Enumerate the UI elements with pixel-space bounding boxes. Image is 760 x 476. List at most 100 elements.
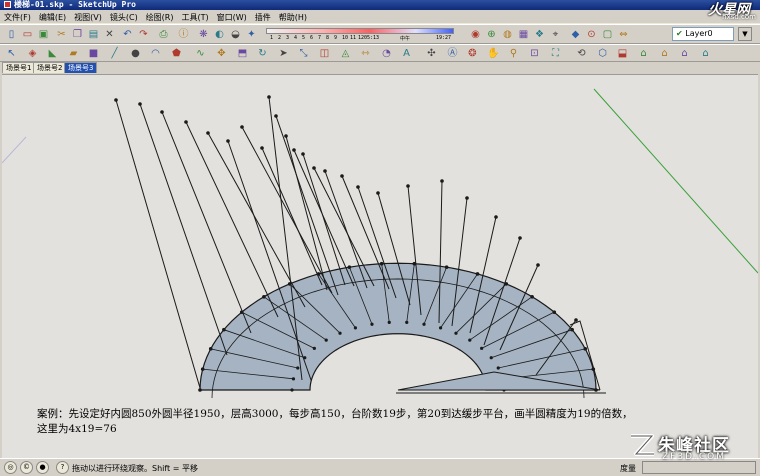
copy-icon[interactable]: ❐ bbox=[70, 27, 85, 42]
menu-file[interactable]: 文件(F) bbox=[0, 11, 35, 25]
print-icon[interactable]: ⎙ bbox=[156, 27, 171, 42]
stair-post-top bbox=[138, 102, 142, 106]
stair-post-top bbox=[292, 148, 296, 152]
stair-node bbox=[198, 388, 202, 392]
text-icon[interactable]: A bbox=[399, 46, 414, 61]
right-view-icon[interactable]: ⌂ bbox=[657, 46, 672, 61]
stair-node bbox=[262, 294, 266, 299]
menu-draw[interactable]: 绘图(R) bbox=[142, 11, 178, 25]
new-file-icon[interactable]: ▯ bbox=[4, 27, 19, 42]
zoom-extents-icon[interactable]: ⛶ bbox=[548, 46, 563, 61]
credits-icon[interactable]: © bbox=[20, 461, 33, 474]
undo-icon[interactable]: ↶ bbox=[120, 27, 135, 42]
walkthrough-icon[interactable]: ❋ bbox=[196, 27, 211, 42]
back-view-icon[interactable]: ⌂ bbox=[677, 46, 692, 61]
shadow-slider-tick: 5 bbox=[302, 35, 306, 41]
dimension-tool-icon[interactable]: ⇿ bbox=[358, 46, 373, 61]
gallery-icon[interactable]: ▦ bbox=[516, 27, 531, 42]
menu-view[interactable]: 视图(V) bbox=[70, 11, 106, 25]
make-component-icon[interactable]: ◈ bbox=[25, 46, 40, 61]
camera-icon[interactable]: ◉ bbox=[468, 27, 483, 42]
stair-post-top bbox=[536, 263, 540, 267]
stair-node bbox=[454, 331, 458, 335]
rotate-icon[interactable]: ↻ bbox=[255, 46, 270, 61]
cut-icon[interactable]: ✂ bbox=[54, 27, 69, 42]
polygon-icon[interactable]: ⬟ bbox=[169, 46, 184, 61]
shadow-slider-label: 19:27 bbox=[436, 35, 452, 41]
open-file-icon[interactable]: ▭ bbox=[20, 27, 35, 42]
select-icon[interactable]: ↖ bbox=[4, 46, 19, 61]
shadow-time-slider[interactable]: 1 2 3 4 5 6 7 8 9 10 11 12 05:13 中午 19:27 bbox=[266, 27, 454, 43]
save-icon[interactable]: ▣ bbox=[36, 27, 51, 42]
menu-help[interactable]: 帮助(H) bbox=[275, 11, 311, 25]
redo-icon[interactable]: ↷ bbox=[136, 27, 151, 42]
scene-tab-3[interactable]: 场景号3 bbox=[64, 62, 98, 73]
stair-node bbox=[468, 338, 472, 342]
fog-icon[interactable]: ◒ bbox=[228, 27, 243, 42]
menu-tools[interactable]: 工具(T) bbox=[178, 11, 213, 25]
previous-view-icon[interactable]: ⟲ bbox=[574, 46, 589, 61]
iso-view-icon[interactable]: ⬡ bbox=[595, 46, 610, 61]
protractor-icon[interactable]: ◔ bbox=[379, 46, 394, 61]
rectangle-icon[interactable]: ■ bbox=[86, 46, 101, 61]
stair-model-drawing[interactable] bbox=[2, 75, 758, 458]
geo-icon[interactable]: ⊕ bbox=[484, 27, 499, 42]
help-icon[interactable]: ? bbox=[56, 461, 69, 474]
tape-measure-icon[interactable]: ◬ bbox=[338, 46, 353, 61]
front-view-icon[interactable]: ⌂ bbox=[636, 46, 651, 61]
eraser-icon[interactable]: ▰ bbox=[66, 46, 81, 61]
spiral-stair-model[interactable] bbox=[114, 95, 606, 399]
orbit-icon[interactable]: ❂ bbox=[465, 46, 480, 61]
user-icon[interactable]: ● bbox=[36, 461, 49, 474]
stair-post bbox=[139, 103, 228, 356]
follow-me-icon[interactable]: ➤ bbox=[276, 46, 291, 61]
pan-icon[interactable]: ✋ bbox=[486, 46, 501, 61]
paint-bucket-icon[interactable]: ◣ bbox=[45, 46, 60, 61]
top-view-icon[interactable]: ⬓ bbox=[615, 46, 630, 61]
scene-tab-1[interactable]: 场景号1 bbox=[2, 62, 36, 73]
shadow-slider-tick: 9 bbox=[334, 35, 338, 41]
axes-icon[interactable]: ✣ bbox=[424, 46, 439, 61]
layer-name: Layer0 bbox=[685, 29, 713, 38]
modeling-viewport[interactable]: 案例：先设定好内圆850外圆半径1950，层高3000，每步高150，台阶数19… bbox=[2, 74, 758, 458]
zoom-icon[interactable]: ⚲ bbox=[506, 46, 521, 61]
scene-tab-2[interactable]: 场景号2 bbox=[33, 62, 67, 73]
freehand-icon[interactable]: ∿ bbox=[193, 46, 208, 61]
green-axis bbox=[593, 88, 758, 274]
3d-text-icon[interactable]: Ⓐ bbox=[445, 46, 460, 61]
solar-north-icon[interactable]: ✦ bbox=[244, 27, 259, 42]
dimension-icon[interactable]: ⇔ bbox=[616, 27, 631, 42]
menu-plugins[interactable]: 插件 bbox=[251, 11, 275, 25]
paste-icon[interactable]: ▤ bbox=[86, 27, 101, 42]
shadow-icon[interactable]: ◐ bbox=[212, 27, 227, 42]
location-icon[interactable]: ⌖ bbox=[548, 27, 563, 42]
left-view-icon[interactable]: ⌂ bbox=[698, 46, 713, 61]
stair-node bbox=[370, 322, 374, 326]
ruby-icon[interactable]: ◆ bbox=[568, 27, 583, 42]
layer-dropdown[interactable]: ✔ Layer0 bbox=[672, 27, 734, 41]
components-icon[interactable]: ❖ bbox=[532, 27, 547, 42]
sketchup-window: 楼梯-01.skp - SketchUp Pro 文件(F) 编辑(E) 视图(V)… bbox=[0, 0, 760, 476]
lock-icon[interactable]: ▢ bbox=[600, 27, 615, 42]
line-icon[interactable]: ╱ bbox=[107, 46, 122, 61]
google-earth-icon[interactable]: ◍ bbox=[500, 27, 515, 42]
push-pull-icon[interactable]: ⬒ bbox=[235, 46, 250, 61]
model-info-icon[interactable]: ⓘ bbox=[176, 27, 191, 42]
toggle-icon[interactable]: ⊙ bbox=[584, 27, 599, 42]
menu-edit[interactable]: 编辑(E) bbox=[35, 11, 70, 25]
circle-icon[interactable]: ● bbox=[128, 46, 143, 61]
geo-location-icon[interactable]: ◎ bbox=[4, 461, 17, 474]
scale-icon[interactable]: ⤡ bbox=[296, 46, 311, 61]
zoom-window-icon[interactable]: ⊡ bbox=[527, 46, 542, 61]
arc-icon[interactable]: ◠ bbox=[148, 46, 163, 61]
standard-toolbar: ▯ ▭ ▣ ✂ ❐ ▤ ✕ ↶ ↷ ⎙ ⓘ ❋ ◐ ◒ ✦ ◉ ⊕ ◍ ▦ ❖ ⌖ ◆ ⊙ ▢ ⇔ 1 2 3 4 5 6 7 8 9 10 11 1… bbox=[0, 24, 760, 44]
menu-camera[interactable]: 镜头(C) bbox=[106, 11, 142, 25]
offset-icon[interactable]: ◫ bbox=[317, 46, 332, 61]
shadow-slider-track[interactable] bbox=[266, 28, 454, 34]
stair-post-top bbox=[160, 110, 164, 114]
stair-post-top bbox=[406, 184, 410, 188]
erase-icon[interactable]: ✕ bbox=[102, 27, 117, 42]
chevron-down-icon[interactable]: ▼ bbox=[738, 27, 752, 41]
move-icon[interactable]: ✥ bbox=[214, 46, 229, 61]
menu-window[interactable]: 窗口(W) bbox=[213, 11, 251, 25]
